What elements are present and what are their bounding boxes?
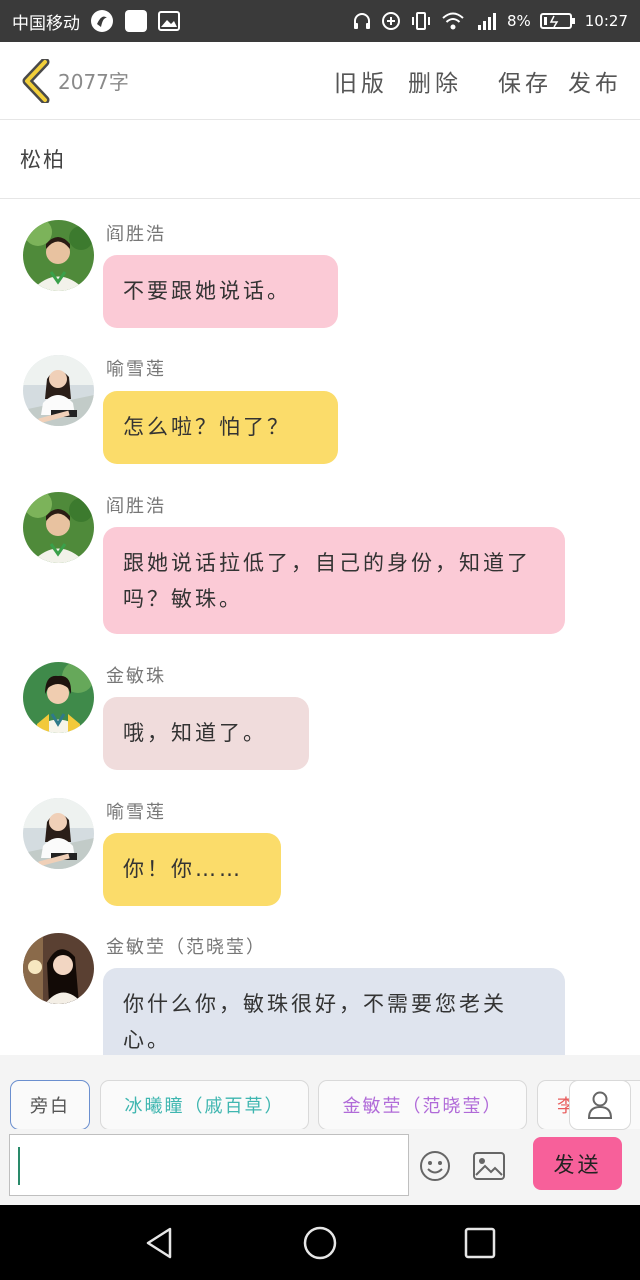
avatar[interactable] [23, 355, 94, 426]
status-bar: 中国移动 8% 10:27 [0, 0, 640, 42]
avatar[interactable] [23, 662, 94, 733]
message-bubble[interactable]: 你！你…… [103, 833, 281, 906]
compose-toolbar: 旁白 冰曦瞳（戚百草） 金敏茔（范晓莹） 李 发送 [0, 1055, 640, 1205]
send-button[interactable]: 发送 [533, 1137, 622, 1190]
role-chip[interactable]: 旁白 [10, 1080, 90, 1129]
image-icon [158, 11, 180, 31]
avatar[interactable] [23, 220, 94, 291]
emoji-icon [420, 1151, 450, 1181]
nav-recents-button[interactable] [462, 1225, 498, 1261]
delete-button[interactable]: 删除 [408, 64, 462, 98]
avatar[interactable] [23, 492, 94, 563]
story-title[interactable]: 松柏 [0, 120, 640, 199]
speaker-name: 喻雪莲 [106, 802, 166, 823]
clock: 10:27 [584, 12, 628, 30]
vibrate-icon [410, 11, 432, 31]
back-button[interactable] [12, 42, 60, 120]
chevron-left-icon [22, 58, 50, 103]
app-header: 2077字 旧版 删除 保存 发布 [0, 42, 640, 120]
image-icon [473, 1152, 505, 1180]
message-bubble[interactable]: 你什么你，敏珠很好，不需要您老关心。 [103, 968, 565, 1055]
old-version-button[interactable]: 旧版 [334, 64, 388, 98]
nav-home-button[interactable] [302, 1225, 338, 1261]
avatar[interactable] [23, 798, 94, 869]
home-circle-icon [303, 1226, 337, 1260]
carrier-label: 中国移动 [12, 13, 80, 34]
nav-back-button[interactable] [142, 1225, 178, 1261]
message-bubble[interactable]: 跟她说话拉低了，自己的身份，知道了吗？敏珠。 [103, 527, 565, 634]
speaker-name: 金敏茔（范晓莹） [106, 937, 266, 958]
speaker-name: 阎胜浩 [106, 224, 166, 245]
role-selector[interactable]: 旁白 冰曦瞳（戚百草） 金敏茔（范晓莹） 李 [0, 1077, 640, 1129]
person-icon [587, 1091, 613, 1119]
emoji-button[interactable] [419, 1150, 451, 1182]
image-button[interactable] [473, 1152, 505, 1180]
speaker-name: 金敏珠 [106, 666, 166, 687]
message-bubble[interactable]: 哦，知道了。 [103, 697, 309, 770]
avatar[interactable] [23, 933, 94, 1004]
add-role-button[interactable] [569, 1080, 631, 1130]
add-circle-icon [381, 11, 401, 31]
role-chip[interactable]: 金敏茔（范晓莹） [318, 1080, 527, 1129]
headphones-icon [352, 11, 372, 31]
chat-list[interactable]: 阎胜浩 不要跟她说话。 喻雪莲 怎么啦？怕了？ 阎胜浩 跟她说话拉低了，自己的身… [0, 200, 640, 1055]
message-bubble[interactable]: 怎么啦？怕了？ [103, 391, 338, 464]
back-triangle-icon [146, 1227, 172, 1259]
speaker-name: 阎胜浩 [106, 496, 166, 517]
square-icon [124, 9, 148, 33]
publish-button[interactable]: 发布 [568, 64, 622, 98]
role-chip[interactable]: 冰曦瞳（戚百草） [100, 1080, 309, 1129]
role-label: 旁白 [30, 1096, 70, 1117]
role-label: 金敏茔（范晓莹） [342, 1096, 503, 1117]
signal-icon [474, 11, 498, 31]
wifi-icon [441, 11, 465, 31]
save-button[interactable]: 保存 [498, 64, 552, 98]
battery-icon [539, 12, 576, 30]
recents-square-icon [464, 1227, 496, 1259]
battery-percent: 8% [506, 12, 531, 30]
message-bubble[interactable]: 不要跟她说话。 [103, 255, 338, 328]
message-input[interactable] [9, 1134, 409, 1196]
speaker-name: 喻雪莲 [106, 359, 166, 380]
system-nav-bar [0, 1205, 640, 1280]
role-label: 冰曦瞳（戚百草） [124, 1096, 285, 1117]
word-count: 2077字 [58, 70, 129, 94]
text-caret [18, 1147, 20, 1185]
app-icon [90, 9, 114, 33]
